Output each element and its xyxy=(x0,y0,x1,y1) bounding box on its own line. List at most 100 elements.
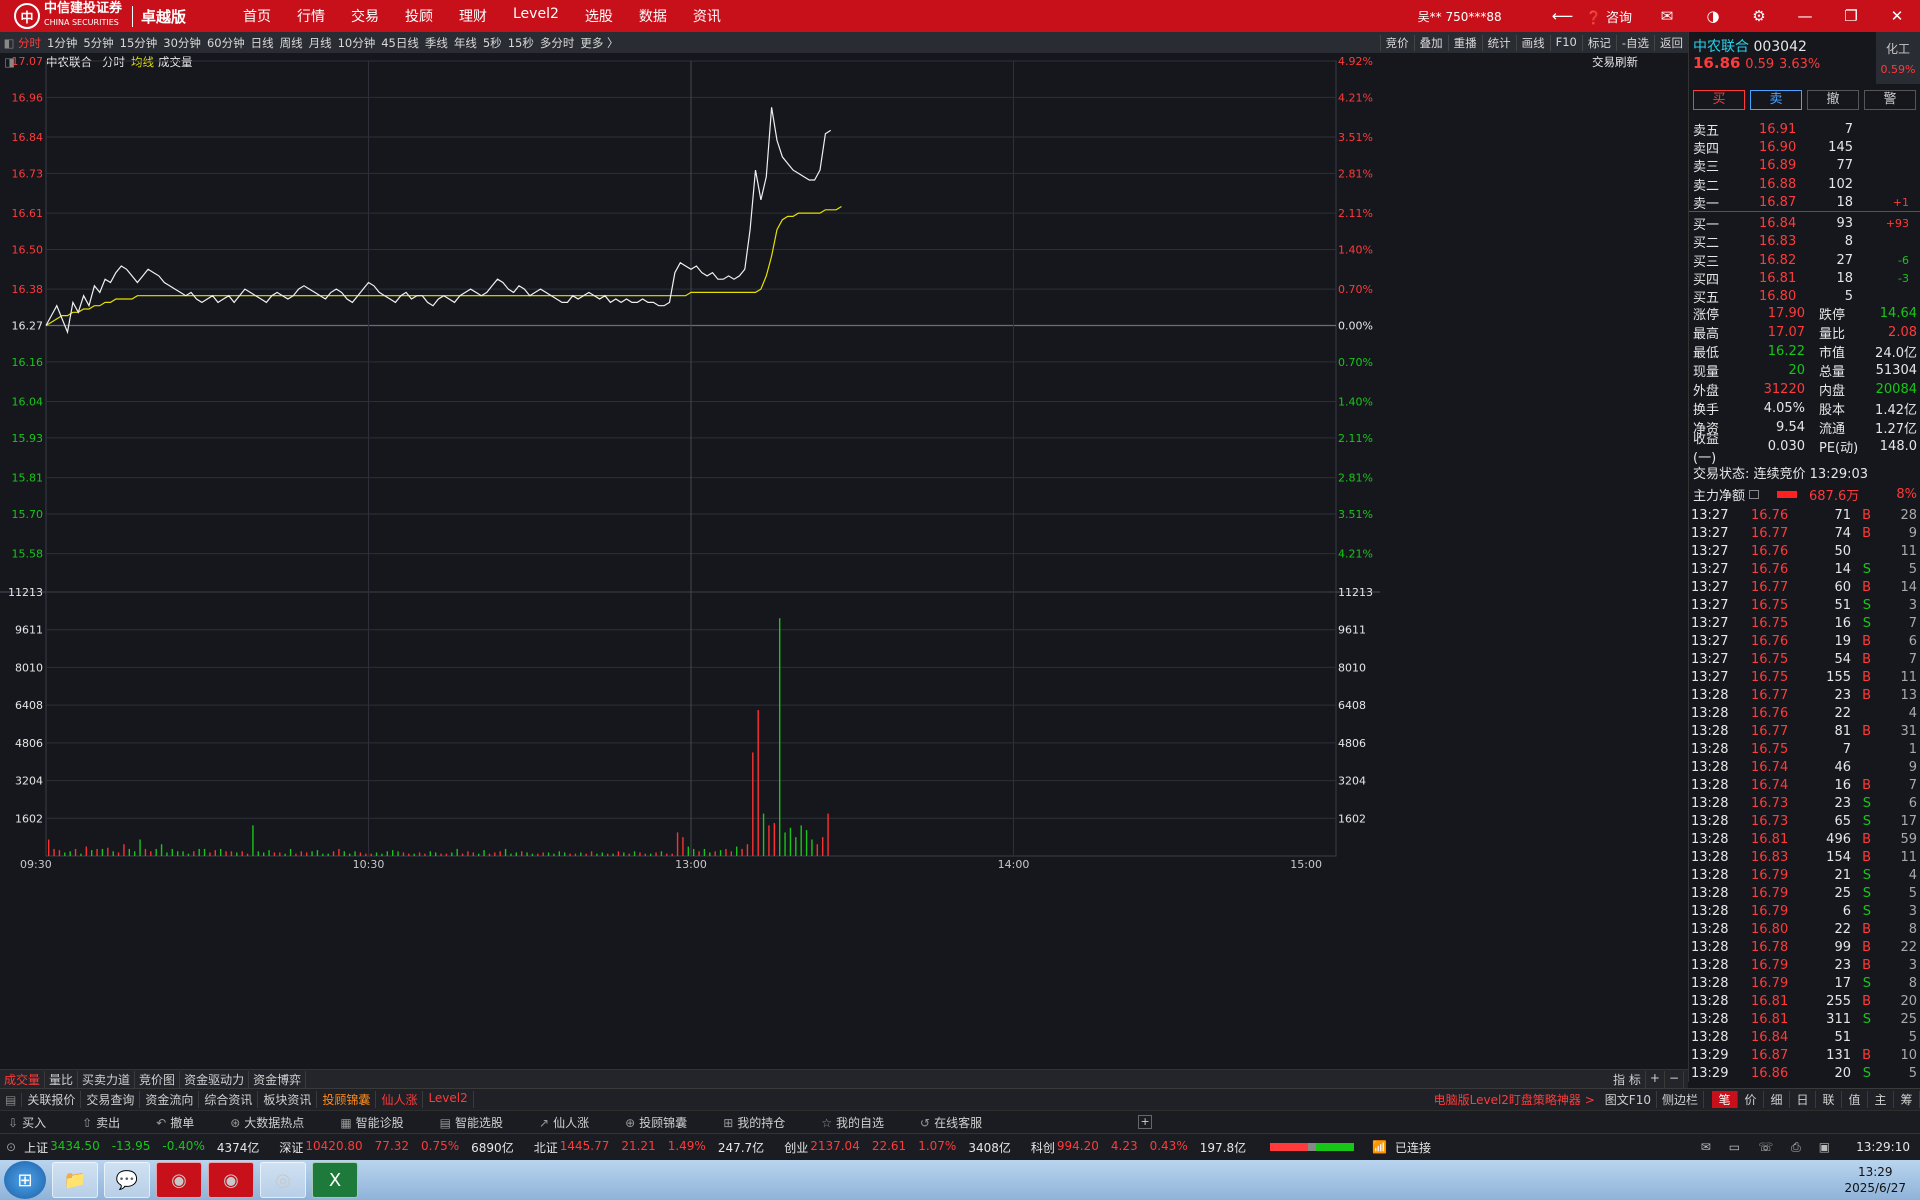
panel-tab[interactable]: 投顾锦囊 xyxy=(317,1091,377,1108)
period-tab[interactable]: 5秒 xyxy=(483,35,502,51)
explorer-icon[interactable]: 📁 xyxy=(52,1162,98,1198)
panel-tab[interactable]: 板块资讯 xyxy=(258,1091,318,1108)
period-tab[interactable]: 多分时 xyxy=(540,35,575,51)
start-button-icon[interactable]: ⊞ xyxy=(4,1161,46,1199)
chart-tool-button[interactable]: 重播 xyxy=(1447,34,1482,51)
index-toggle-icon[interactable]: ⊙ xyxy=(6,1140,16,1154)
settings-icon[interactable]: ⚙ xyxy=(1736,7,1782,25)
period-tab[interactable]: 季线 xyxy=(425,35,448,51)
industry-box[interactable]: 化工 0.59% xyxy=(1876,32,1920,84)
indicator-control-button[interactable]: + xyxy=(1646,1070,1665,1088)
chart-tool-button[interactable]: 标记 xyxy=(1581,34,1616,51)
side-tab[interactable]: 日 xyxy=(1790,1091,1816,1108)
panel-tab[interactable]: 资金流向 xyxy=(140,1091,200,1108)
period-tab[interactable]: 60分钟 xyxy=(207,35,245,51)
trade-button[interactable]: 卖 xyxy=(1750,90,1802,110)
side-tab[interactable]: 联 xyxy=(1816,1091,1842,1108)
chart-tool-button[interactable]: F10 xyxy=(1549,34,1582,51)
period-tab[interactable]: 15秒 xyxy=(508,35,534,51)
consult-button[interactable]: ❓ 咨询 xyxy=(1586,7,1632,26)
chart-tool-button[interactable]: -自选 xyxy=(1615,34,1654,51)
period-tab[interactable]: 5分钟 xyxy=(83,35,113,51)
back-arrow-icon[interactable]: ⟵ xyxy=(1540,7,1586,25)
period-tab[interactable]: 30分钟 xyxy=(163,35,201,51)
quick-action-button[interactable]: ⊞ 我的持仓 xyxy=(723,1114,803,1131)
chrome-icon[interactable]: ◎ xyxy=(260,1162,306,1198)
collapse-icon[interactable]: ◧ xyxy=(0,36,18,50)
trade-button[interactable]: 买 xyxy=(1693,90,1745,110)
indicator-control-button[interactable]: 指 标 xyxy=(1609,1070,1646,1088)
panel-tab[interactable]: Level2 xyxy=(423,1091,474,1108)
chart-tool-button[interactable]: 画线 xyxy=(1515,34,1550,51)
indicator-tab[interactable]: 竞价图 xyxy=(135,1070,181,1088)
period-tab[interactable]: 周线 xyxy=(280,35,303,51)
wechat-icon[interactable]: 💬 xyxy=(104,1162,150,1198)
quick-action-button[interactable]: ▦ 智能诊股 xyxy=(340,1114,421,1131)
nav-item[interactable]: 投顾 xyxy=(405,6,433,26)
chart-tool-button[interactable]: 竞价 xyxy=(1379,34,1414,51)
side-tab[interactable]: 筹 xyxy=(1894,1091,1920,1108)
quick-action-button[interactable]: ⊕ 投顾锦囊 xyxy=(625,1114,705,1131)
add-shortcut-icon[interactable]: + xyxy=(1138,1115,1153,1129)
panel-toggle-icon[interactable]: ▤ xyxy=(0,1092,23,1107)
citic-app-icon-2[interactable]: ◉ xyxy=(208,1162,254,1198)
quick-action-button[interactable]: ⇧ 卖出 xyxy=(82,1114,138,1131)
side-tab[interactable]: 细 xyxy=(1764,1091,1790,1108)
index-bz[interactable]: 北证 1445.77 21.21 1.49% 247.7亿 xyxy=(534,1139,776,1156)
nav-item[interactable]: 数据 xyxy=(639,6,667,26)
side-tab[interactable]: 主 xyxy=(1868,1091,1894,1108)
nav-item[interactable]: 交易 xyxy=(351,6,379,26)
period-tab[interactable]: 1分钟 xyxy=(47,35,77,51)
level2-promo[interactable]: 电脑版Level2盯盘策略神器 > xyxy=(1429,1091,1600,1108)
status-icon[interactable]: ⎙ xyxy=(1791,1140,1801,1155)
panel-tab[interactable]: 交易查询 xyxy=(81,1091,141,1108)
indicator-control-button[interactable]: − xyxy=(1665,1070,1684,1088)
indicator-tab[interactable]: 资金驱动力 xyxy=(180,1070,250,1088)
restore-icon[interactable]: ❐ xyxy=(1828,7,1874,25)
status-icon[interactable]: ▭ xyxy=(1729,1140,1740,1155)
intraday-chart[interactable]: 17.07 4.92% 16.96 4.21% 16.84 3.51% 16.73 2.81%… xyxy=(0,56,1688,1090)
period-tab[interactable]: 月线 xyxy=(309,35,332,51)
period-tab[interactable]: 10分钟 xyxy=(338,35,376,51)
period-tab[interactable]: 15分钟 xyxy=(120,35,158,51)
skin-icon[interactable]: ◑ xyxy=(1690,7,1736,25)
quick-action-button[interactable]: ↶ 撤单 xyxy=(156,1114,212,1131)
tick-list[interactable]: 13:27 16.76 71 B 28 13:27 16.77 74 B 9 13:27 16.76 5… xyxy=(1689,506,1920,1082)
side-tab[interactable]: 值 xyxy=(1842,1091,1868,1108)
panel-tab[interactable]: 综合资讯 xyxy=(199,1091,259,1108)
quick-action-button[interactable]: ↗ 仙人涨 xyxy=(539,1114,607,1131)
index-cy[interactable]: 创业 2137.04 22.61 1.07% 3408亿 xyxy=(784,1139,1023,1156)
indicator-tab[interactable]: 成交量 xyxy=(0,1070,46,1088)
indicator-tab[interactable]: 资金博弈 xyxy=(249,1070,307,1088)
quick-action-button[interactable]: ↺ 在线客服 xyxy=(920,1114,1000,1131)
expand-icon[interactable] xyxy=(1749,490,1760,499)
close-icon[interactable]: ✕ xyxy=(1874,7,1920,25)
quick-action-button[interactable]: ⊛ 大数据热点 xyxy=(230,1114,322,1131)
period-tab[interactable]: 分时 xyxy=(18,35,41,51)
period-tab[interactable]: 45日线 xyxy=(381,35,419,51)
citic-app-icon[interactable]: ◉ xyxy=(156,1162,202,1198)
nav-item[interactable]: Level2 xyxy=(513,6,559,26)
trade-button[interactable]: 撤 xyxy=(1807,90,1859,110)
chart-tool-button[interactable]: 返回 xyxy=(1654,34,1688,51)
quick-action-button[interactable]: ▤ 智能选股 xyxy=(440,1114,521,1131)
panel-more-button[interactable]: 图文F10 xyxy=(1600,1091,1657,1108)
quick-action-button[interactable]: ☆ 我的自选 xyxy=(821,1114,902,1131)
panel-tab[interactable]: 仙人涨 xyxy=(376,1091,424,1108)
period-tab[interactable]: 年线 xyxy=(454,35,477,51)
system-clock[interactable]: 13:29 2025/6/27 xyxy=(1844,1164,1906,1196)
status-icon[interactable]: ☏ xyxy=(1758,1140,1773,1155)
index-sz[interactable]: 深证 10420.80 77.32 0.75% 6890亿 xyxy=(279,1139,525,1156)
nav-item[interactable]: 理财 xyxy=(459,6,487,26)
quick-action-button[interactable]: ⇩ 买入 xyxy=(8,1114,64,1131)
side-tab[interactable]: 笔 xyxy=(1712,1091,1738,1108)
side-tab[interactable]: 价 xyxy=(1738,1091,1764,1108)
mail-icon[interactable]: ✉ xyxy=(1644,7,1690,25)
nav-item[interactable]: 行情 xyxy=(297,6,325,26)
chart-tool-button[interactable]: 叠加 xyxy=(1413,34,1448,51)
period-tab[interactable]: 日线 xyxy=(251,35,274,51)
indicator-tab[interactable]: 买卖力道 xyxy=(78,1070,136,1088)
indicator-tab[interactable]: 量比 xyxy=(45,1070,79,1088)
nav-item[interactable]: 首页 xyxy=(243,6,271,26)
nav-item[interactable]: 选股 xyxy=(585,6,613,26)
